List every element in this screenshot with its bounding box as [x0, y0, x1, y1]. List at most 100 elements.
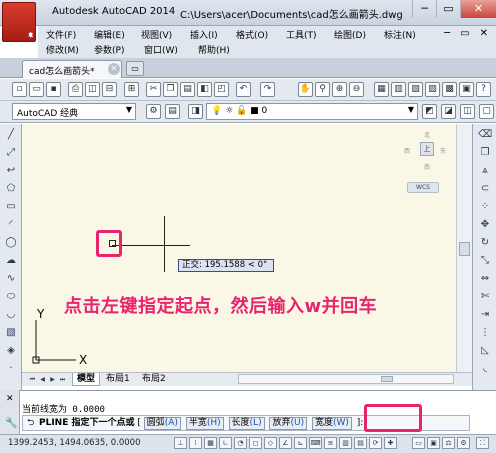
make-block-icon[interactable]: ◈: [4, 344, 18, 358]
polygon-icon[interactable]: ⬠: [4, 182, 18, 196]
menu-edit[interactable]: 编辑(E): [94, 28, 125, 41]
quickcalc-icon[interactable]: ▣: [459, 82, 474, 97]
option-halfwidth[interactable]: 半宽(H): [185, 417, 224, 430]
line-icon[interactable]: ╱: [4, 128, 18, 142]
ortho-icon[interactable]: ∟: [219, 437, 232, 449]
sheet-set-icon[interactable]: ▨: [425, 82, 440, 97]
erase-icon[interactable]: ⌫: [478, 128, 492, 142]
layer-match-icon[interactable]: ◫: [460, 104, 475, 119]
paste-icon[interactable]: ▤: [180, 82, 195, 97]
cut-icon[interactable]: ✂: [146, 82, 161, 97]
rectangle-icon[interactable]: ▭: [4, 200, 18, 214]
undo-icon[interactable]: ↶: [236, 82, 251, 97]
publish-icon[interactable]: ⊞: [124, 82, 139, 97]
first-layout-icon[interactable]: ⏮: [28, 374, 37, 385]
copy-icon[interactable]: ❐: [163, 82, 178, 97]
option-width[interactable]: 宽度(W): [311, 417, 352, 430]
trim-icon[interactable]: ✄: [478, 290, 492, 304]
viewcube-south[interactable]: 南: [424, 162, 430, 171]
tab-layout1[interactable]: 布局1: [102, 373, 134, 386]
fillet-icon[interactable]: ◟: [478, 362, 492, 376]
object-tracking-icon[interactable]: ∠: [279, 437, 292, 449]
scroll-thumb[interactable]: [381, 376, 393, 382]
array-icon[interactable]: ⁘: [478, 200, 492, 214]
polyline-icon[interactable]: ↩: [4, 164, 18, 178]
grid-icon[interactable]: ▦: [204, 437, 217, 449]
match-properties-icon[interactable]: ◧: [197, 82, 212, 97]
save-icon[interactable]: ▪: [46, 82, 61, 97]
wrench-icon[interactable]: 🔧: [5, 418, 17, 429]
layer-isolate-icon[interactable]: ▢: [479, 104, 494, 119]
tab-close-icon[interactable]: ✕: [108, 63, 120, 75]
viewcube-top-face[interactable]: 上: [420, 142, 434, 156]
stretch-icon[interactable]: ⇔: [478, 272, 492, 286]
block-editor-icon[interactable]: ◰: [214, 82, 229, 97]
doc-minimize-button[interactable]: ─: [444, 28, 450, 39]
zoom-window-icon[interactable]: ⊕: [332, 82, 347, 97]
arc-icon[interactable]: ◜: [4, 218, 18, 232]
menu-tools[interactable]: 工具(T): [286, 28, 317, 41]
vertical-scrollbar[interactable]: [456, 124, 472, 372]
circle-icon[interactable]: ◯: [4, 236, 18, 250]
infer-constraints-icon[interactable]: ⊥: [174, 437, 187, 449]
chamfer-icon[interactable]: ◺: [478, 344, 492, 358]
spline-icon[interactable]: ∿: [4, 272, 18, 286]
last-layout-icon[interactable]: ⏭: [58, 374, 67, 385]
horizontal-scrollbar[interactable]: [238, 374, 454, 384]
minimize-button[interactable]: ─: [412, 0, 436, 18]
tab-model[interactable]: 模型: [72, 373, 101, 386]
option-length[interactable]: 长度(L): [228, 417, 265, 430]
selection-cycling-icon[interactable]: ⟳: [369, 437, 382, 449]
option-arc[interactable]: 圆弧(A): [143, 417, 181, 430]
scale-icon[interactable]: ⤡: [478, 254, 492, 268]
doc-restore-button[interactable]: ▭: [460, 28, 469, 39]
workspace-switch-icon[interactable]: ⚙: [457, 437, 470, 449]
viewcube[interactable]: 北 西 东 南 上 WCS: [402, 128, 452, 194]
next-layout-icon[interactable]: ▶: [48, 374, 57, 385]
layer-states-icon[interactable]: ◨: [188, 104, 203, 119]
new-file-icon[interactable]: ▫: [12, 82, 27, 97]
menu-draw[interactable]: 绘图(D): [334, 28, 366, 41]
properties-icon[interactable]: ▦: [374, 82, 389, 97]
workspace-settings-icon[interactable]: ⚙: [146, 104, 161, 119]
transparency-icon[interactable]: ▥: [339, 437, 352, 449]
close-icon[interactable]: ✕: [6, 394, 14, 404]
ellipse-icon[interactable]: ⬭: [4, 290, 18, 304]
print-preview-icon[interactable]: ◫: [85, 82, 100, 97]
menu-parametric[interactable]: 参数(P): [94, 43, 124, 56]
lineweight-icon[interactable]: ≡: [324, 437, 337, 449]
point-icon[interactable]: ·: [4, 362, 18, 376]
polar-tracking-icon[interactable]: ◔: [234, 437, 247, 449]
open-file-icon[interactable]: ▭: [29, 82, 44, 97]
ellipse-arc-icon[interactable]: ◡: [4, 308, 18, 322]
menu-file[interactable]: 文件(F): [46, 28, 76, 41]
menu-dimension[interactable]: 标注(N): [384, 28, 416, 41]
mirror-icon[interactable]: ⩓: [478, 164, 492, 178]
viewcube-west[interactable]: 西: [404, 146, 410, 155]
application-menu-button[interactable]: A ▼: [2, 2, 36, 42]
ucs-toggle-icon[interactable]: ⊾: [294, 437, 307, 449]
layer-dropdown[interactable]: 💡 ☼ 🔓 ■ 0 ▼: [206, 103, 418, 120]
insert-block-icon[interactable]: ▧: [4, 326, 18, 340]
new-tab-button[interactable]: ▭: [126, 61, 144, 76]
offset-icon[interactable]: ⊂: [478, 182, 492, 196]
viewcube-north[interactable]: 北: [424, 130, 430, 139]
option-undo[interactable]: 放弃(U): [269, 417, 308, 430]
zoom-realtime-icon[interactable]: ⚲: [315, 82, 330, 97]
revision-cloud-icon[interactable]: ☁: [4, 254, 18, 268]
quick-view-layouts-icon[interactable]: ▣: [427, 437, 440, 449]
annotation-scale-icon[interactable]: ⚖: [442, 437, 455, 449]
menu-view[interactable]: 视图(V): [141, 28, 172, 41]
plot-icon[interactable]: ⊟: [102, 82, 117, 97]
doc-close-button[interactable]: ✕: [480, 28, 488, 39]
make-current-layer-icon[interactable]: ◩: [422, 104, 437, 119]
prev-layout-icon[interactable]: ◀: [38, 374, 47, 385]
close-button[interactable]: ✕: [460, 0, 496, 18]
construction-line-icon[interactable]: ⤢: [4, 146, 18, 160]
extend-icon[interactable]: ⇥: [478, 308, 492, 322]
redo-icon[interactable]: ↷: [260, 82, 275, 97]
help-icon[interactable]: ?: [476, 82, 491, 97]
print-icon[interactable]: ⎙: [68, 82, 83, 97]
clean-screen-icon[interactable]: ⛶: [476, 437, 489, 449]
design-center-icon[interactable]: ▥: [391, 82, 406, 97]
